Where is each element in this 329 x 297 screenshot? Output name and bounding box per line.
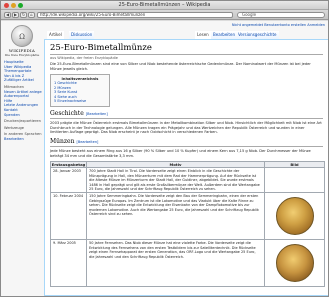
title-bar: 25-Euro-Bimetallmünzen – Wikipedia [1,1,328,10]
window-title: 25-Euro-Bimetallmünzen – Wikipedia [118,2,211,8]
table-of-contents: Inhaltsverzeichnis 1 Geschichte 2 Münzen… [50,74,110,107]
tab-diskussion[interactable]: Diskussion [69,31,95,39]
address-bar[interactable]: http://de.wikipedia.org/wiki/25-Euro-Bim… [37,12,233,18]
coin-image-cell [264,239,325,288]
sidebar-item-zufall[interactable]: Zufälliger Artikel [4,78,42,83]
edit-section-link[interactable]: [Bearbeiten] [86,112,108,116]
coin-image[interactable] [275,244,314,283]
home-icon[interactable]: ⌂ [28,12,35,18]
coins-table: Erstausgabetag Motiv Bild 28. Januar 200… [50,161,325,288]
muenzen-paragraph: Jede Münze besteht aus einem Ring aus 16… [50,149,311,158]
issue-date: 28. Januar 2003 [50,167,87,194]
motif-description: 150 Jahre Semmeringbahn. Die Vorderseite… [86,192,265,241]
section-heading-muenzen: Münzen [Bearbeiten] [50,138,323,148]
tab-lesen[interactable]: Lesen [195,31,211,39]
issue-date: 9. März 2005 [50,239,87,288]
sidebar-item-spenden[interactable]: Spenden [4,113,42,118]
table-row: 28. Januar 2003 700 Jahre Stadt Hall in … [50,167,325,194]
issue-date: 10. Februar 2004 [50,192,87,241]
forward-icon[interactable]: ▶ [12,12,19,18]
wiki-sidebar: Ω WIKIPEDIA Die freie Enzyklopädie Haupt… [1,21,43,296]
browser-toolbar: ◀ ▶ ↻ ⌂ http://de.wikipedia.org/wiki/25-… [1,10,328,20]
column-header-date[interactable]: Erstausgabetag [50,161,87,169]
tab-versionsgeschichte[interactable]: Versionsgeschichte [236,31,279,39]
wiki-page: Ω WIKIPEDIA Die freie Enzyklopädie Haupt… [1,21,328,296]
site-subtitle: aus Wikipedia, der freien Enzyklopädie [50,56,118,60]
wikipedia-globe-logo[interactable]: Ω [11,25,33,47]
search-field[interactable]: Google [237,12,325,18]
tab-artikel[interactable]: Artikel [47,31,64,39]
section-heading-geschichte: Geschichte [Bearbeiten] [50,110,323,119]
logo-tagline: Die freie Enzyklopädie [4,53,40,57]
motif-description: 700 Jahre Stadt Hall in Tirol. Die Vorde… [86,167,265,194]
coin-image[interactable] [275,197,314,236]
back-icon[interactable]: ◀ [4,12,11,18]
edit-section-link[interactable]: [Bearbeiten] [76,140,98,144]
table-row: 9. März 2005 50 Jahre Fernsehen. Das Nio… [50,239,325,288]
sidebar-navigation: Hauptseite Über Wikipedia Themenportale … [4,60,42,142]
reload-icon[interactable]: ↻ [20,12,27,18]
page-title: 25-Euro-Bimetallmünze [50,43,323,55]
intro-paragraph: Die 25-Euro-Bimetallmünzen sind eine von… [50,62,311,71]
coin-image-cell [264,167,325,194]
geschichte-paragraph: 2003 prägte die Münze Österreich erstmal… [50,120,322,135]
table-row: 10. Februar 2004 150 Jahre Semmeringbahn… [50,192,325,241]
motif-description: 50 Jahre Fernsehen. Das Niob dieser Münz… [86,239,265,288]
sidebar-heading-werkzeuge[interactable]: Werkzeuge [4,126,42,131]
page-tabs: Artikel Diskussion Lesen Bearbeiten Vers… [45,31,328,39]
sidebar-item-bearbeiten[interactable]: Bearbeiten [4,137,42,142]
tab-bearbeiten[interactable]: Bearbeiten [211,31,237,39]
toc-item-einzelnachweise[interactable]: 5 Einzelnachweise [54,99,106,104]
personal-tools[interactable]: Nicht angemeldet Benutzerkonto erstellen… [232,23,325,27]
browser-window: 25-Euro-Bimetallmünzen – Wikipedia ◀ ▶ ↻… [0,0,329,297]
sidebar-heading-drucken[interactable]: Drucken/exportieren [4,119,42,124]
article-content: 25-Euro-Bimetallmünze aus Wikipedia, der… [44,39,328,296]
coin-image-cell [264,192,325,241]
